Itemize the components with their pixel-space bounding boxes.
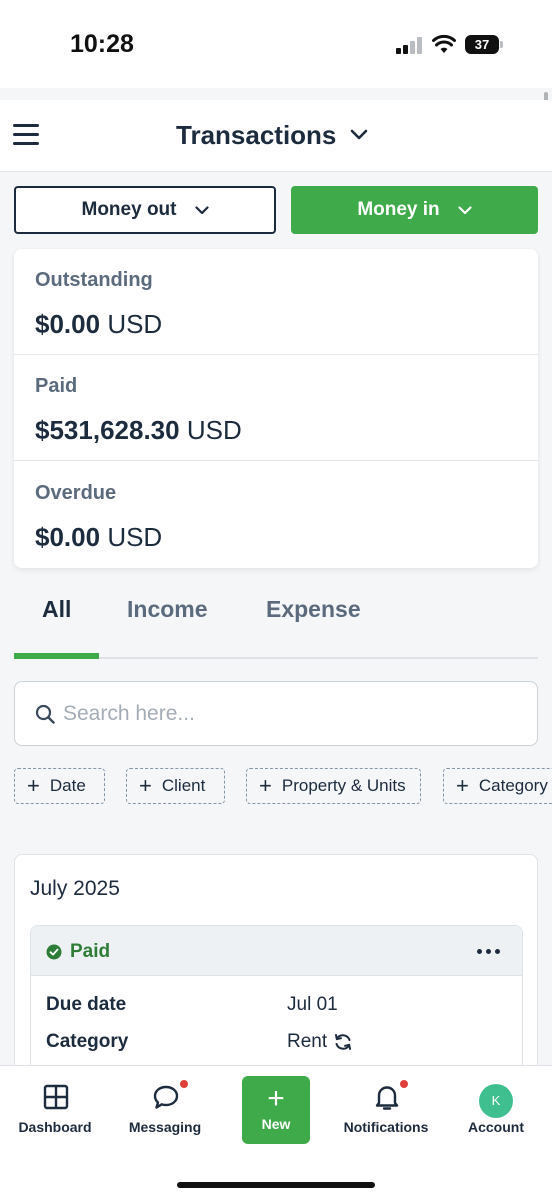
- chip-category[interactable]: + Category: [443, 768, 552, 804]
- tab-income[interactable]: Income: [127, 596, 208, 623]
- money-in-label: Money in: [357, 199, 440, 220]
- bottom-nav: Dashboard Messaging + New Notifications …: [0, 1065, 552, 1200]
- summary-amount: $531,628.30 USD: [35, 415, 242, 445]
- chevron-down-icon: [458, 205, 472, 214]
- chevron-down-icon: [351, 129, 368, 140]
- app-header: Transactions: [0, 100, 552, 172]
- summary-paid: Paid $531,628.30 USD: [14, 355, 538, 461]
- battery-level: 37: [465, 35, 499, 54]
- new-label: New: [261, 1116, 291, 1132]
- plus-icon: +: [267, 1082, 285, 1115]
- status-badge: Paid: [70, 941, 111, 962]
- tab-expense[interactable]: Expense: [266, 596, 361, 623]
- summary-label: Outstanding: [35, 269, 153, 291]
- nav-notifications[interactable]: Notifications: [331, 1066, 441, 1156]
- notification-badge: [399, 1079, 409, 1089]
- chevron-down-icon: [194, 205, 209, 214]
- chat-bubble-icon: [153, 1085, 179, 1109]
- avatar[interactable]: K: [479, 1084, 513, 1118]
- menu-icon[interactable]: [13, 124, 39, 146]
- summary-label: Paid: [35, 375, 78, 397]
- chip-date[interactable]: + Date: [14, 768, 105, 804]
- summary-outstanding: Outstanding $0.00 USD: [14, 249, 538, 355]
- summary-amount: $0.00 USD: [35, 522, 163, 552]
- cellular-signal-icon: [396, 36, 424, 54]
- summary-amount: $0.00 USD: [35, 309, 163, 339]
- status-time: 10:28: [70, 30, 134, 58]
- page-title: Transactions: [176, 119, 337, 150]
- tab-all[interactable]: All: [42, 596, 71, 623]
- nav-dashboard[interactable]: Dashboard: [0, 1066, 110, 1156]
- chip-property-units[interactable]: + Property & Units: [246, 768, 421, 804]
- check-circle-icon: [46, 944, 62, 960]
- recurring-icon: [335, 1034, 352, 1050]
- due-date-value: Jul 01: [287, 994, 338, 1015]
- summary-overdue: Overdue $0.00 USD: [14, 462, 538, 568]
- category-label: Category: [46, 1031, 129, 1052]
- summary-label: Overdue: [35, 482, 117, 504]
- nav-label: Dashboard: [18, 1119, 92, 1135]
- home-indicator: [177, 1182, 375, 1188]
- nav-label: Account: [468, 1119, 524, 1135]
- filter-chips: + Date + Client + Property & Units + Categor…: [14, 768, 552, 806]
- nav-messaging[interactable]: Messaging: [110, 1066, 220, 1156]
- plus-icon: +: [27, 773, 40, 798]
- title-dropdown[interactable]: Transactions: [176, 118, 368, 152]
- grid-icon: [43, 1084, 69, 1110]
- notification-badge: [179, 1079, 189, 1089]
- summary-card: Outstanding $0.00 USD Paid $531,628.30 U…: [14, 249, 538, 568]
- wifi-icon: [432, 34, 456, 53]
- plus-icon: +: [139, 773, 152, 798]
- more-options-icon[interactable]: [477, 949, 501, 955]
- chip-client[interactable]: + Client: [126, 768, 225, 804]
- month-title: July 2025: [30, 877, 120, 900]
- plus-icon: +: [456, 773, 469, 798]
- money-in-button[interactable]: Money in: [291, 186, 538, 234]
- battery-icon: 37: [465, 35, 503, 54]
- nav-label: Notifications: [343, 1119, 429, 1135]
- money-out-label: Money out: [81, 199, 177, 220]
- active-tab-indicator: [14, 653, 99, 659]
- search-input[interactable]: [63, 697, 503, 731]
- search-icon: [35, 704, 55, 724]
- nav-label: Messaging: [128, 1119, 202, 1135]
- status-bar: 10:28 37: [0, 0, 552, 88]
- transaction-tabs: All Income Expense: [14, 586, 538, 659]
- money-out-button[interactable]: Money out: [14, 186, 276, 234]
- transaction-header: Paid: [31, 926, 522, 976]
- due-date-label: Due date: [46, 994, 127, 1015]
- plus-icon: +: [259, 773, 272, 798]
- new-button[interactable]: + New: [242, 1076, 310, 1144]
- category-value: Rent: [287, 1031, 353, 1053]
- bell-icon: [375, 1086, 399, 1110]
- search-box: [14, 681, 538, 746]
